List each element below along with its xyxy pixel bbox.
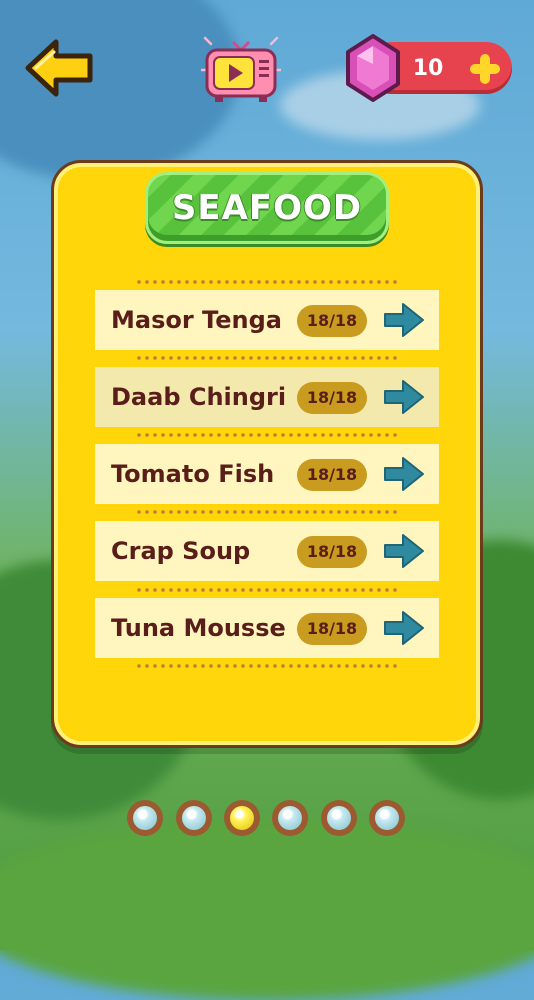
page-dot-6[interactable] (369, 800, 405, 836)
page-dot-3-active[interactable] (224, 800, 260, 836)
progress-badge: 18/18 (297, 459, 367, 491)
list-item-masor-tenga[interactable]: Masor Tenga 18/18 (95, 290, 439, 350)
arrow-right-icon[interactable] (383, 533, 425, 569)
dotted-divider (135, 588, 400, 592)
arrow-right-icon[interactable] (383, 302, 425, 338)
item-label: Tomato Fish (111, 460, 275, 488)
progress-badge: 18/18 (297, 382, 367, 414)
progress-badge: 18/18 (297, 305, 367, 337)
list-item-tomato-fish[interactable]: Tomato Fish 18/18 (95, 444, 439, 504)
progress-badge: 18/18 (297, 536, 367, 568)
top-bar: 10 (0, 0, 534, 130)
item-label: Tuna Mousse (111, 614, 286, 642)
dotted-divider (135, 433, 400, 437)
gem-count: 10 (412, 56, 444, 81)
arrow-right-icon[interactable] (383, 610, 425, 646)
progress-badge: 18/18 (297, 613, 367, 645)
arrow-right-icon[interactable] (383, 456, 425, 492)
dotted-divider (135, 510, 400, 514)
tv-video-icon[interactable] (201, 34, 281, 104)
item-label: Crap Soup (111, 537, 251, 565)
list-item-crap-soup[interactable]: Crap Soup 18/18 (95, 521, 439, 581)
page-indicator (0, 796, 534, 840)
page-dot-4[interactable] (272, 800, 308, 836)
back-arrow-icon[interactable] (22, 36, 96, 100)
list-item-daab-chingri[interactable]: Daab Chingri 18/18 (95, 367, 439, 427)
dotted-divider (135, 664, 400, 668)
item-label: Daab Chingri (111, 383, 287, 411)
dotted-divider (135, 356, 400, 360)
panel-title: SEAFOOD (171, 188, 363, 228)
list-item-tuna-mousse[interactable]: Tuna Mousse 18/18 (95, 598, 439, 658)
page-dot-2[interactable] (176, 800, 212, 836)
arrow-right-icon[interactable] (383, 379, 425, 415)
page-dot-5[interactable] (321, 800, 357, 836)
item-label: Masor Tenga (111, 306, 282, 334)
dotted-divider (135, 280, 400, 284)
page-dot-1[interactable] (127, 800, 163, 836)
plus-icon[interactable] (466, 50, 504, 88)
